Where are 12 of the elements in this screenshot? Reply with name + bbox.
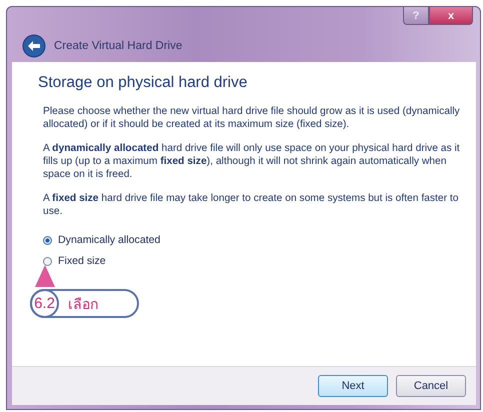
radio-option[interactable]: Fixed size <box>43 255 106 267</box>
next-button[interactable]: Next <box>318 375 388 397</box>
description-text: A dynamically allocated hard drive file will only use space on your physical hard drive as it fills up (up to a maximum fixed size), although it will not shrink again automatically when space on it is freed. <box>43 142 461 181</box>
description-text: A fixed size hard drive file may take longer to create on some systems but is often faster to use. <box>43 192 460 218</box>
cancel-button[interactable]: Cancel <box>396 375 466 397</box>
description-text: Please choose whether the new virtual hard drive file should grow as it is used (dynamically allocated) or if it should be created at its maximum size (fixed size). <box>43 105 461 131</box>
close-button[interactable]: x <box>429 7 473 25</box>
callout-text: เลือก <box>68 296 98 314</box>
radio-option[interactable]: Dynamically allocated <box>43 234 160 246</box>
window-title: Create Virtual Hard Drive <box>54 40 182 52</box>
step-number: 6.2 <box>30 289 59 318</box>
page-heading: Storage on physical hard drive <box>38 74 248 92</box>
